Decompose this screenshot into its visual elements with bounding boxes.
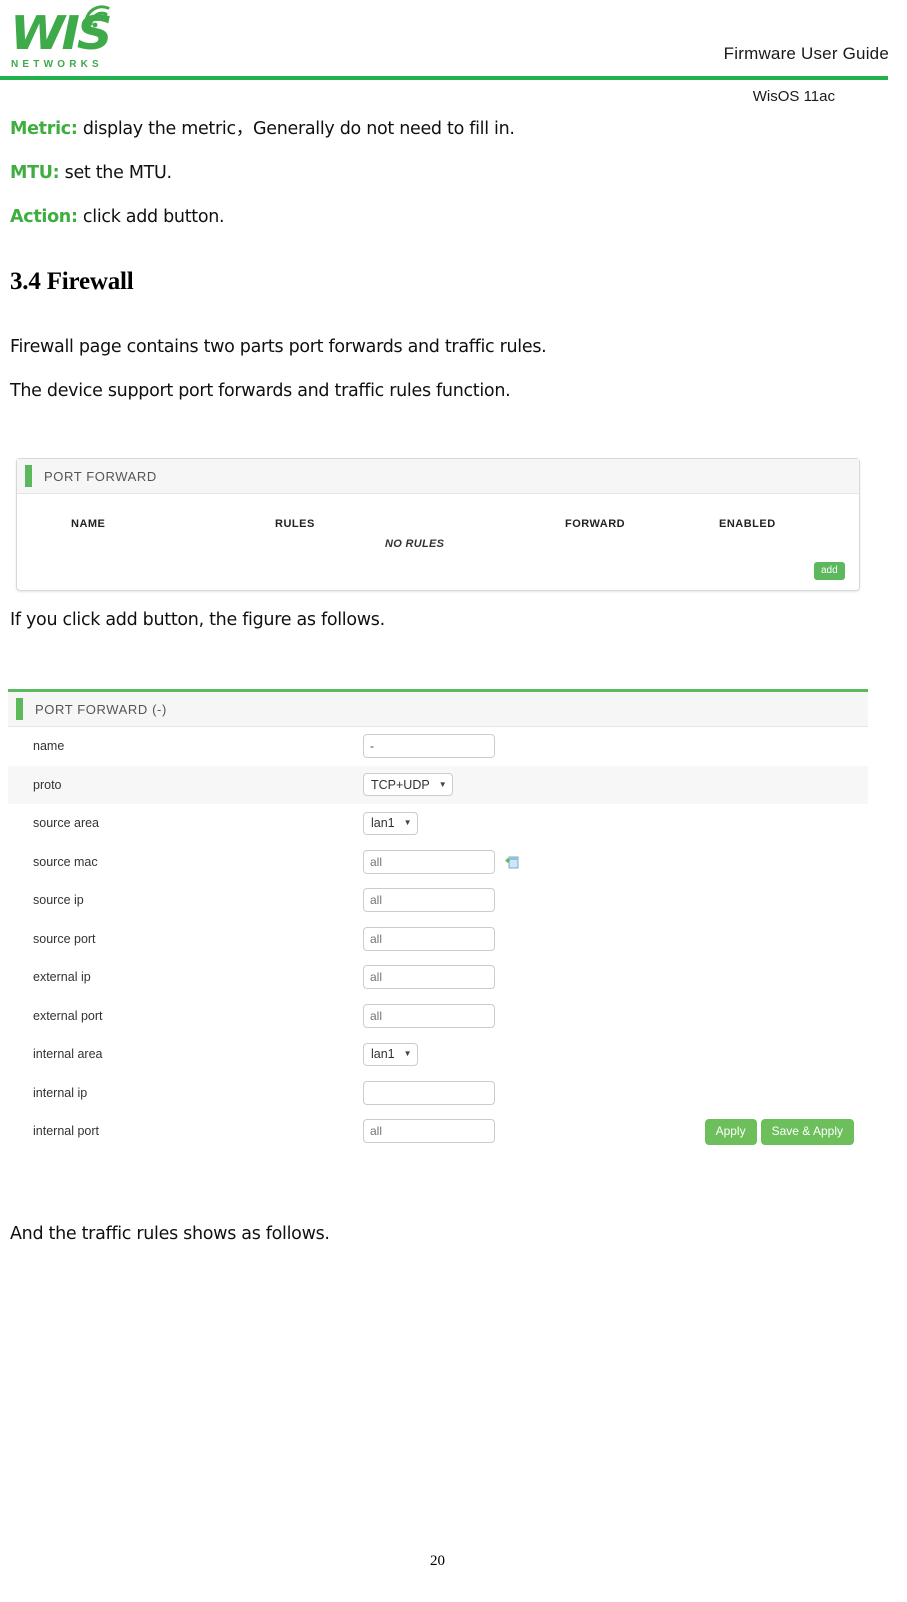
definition-mtu: MTU: set the MTU. xyxy=(10,162,907,184)
field-label-proto: proto xyxy=(33,777,62,792)
definition-action: Action: click add button. xyxy=(10,206,907,228)
form-row-internal-area: internal area lan1 ▼ xyxy=(8,1035,868,1074)
form-row-proto: proto TCP+UDP ▼ xyxy=(8,765,868,804)
external-ip-input[interactable] xyxy=(363,965,495,990)
internal-ip-input[interactable] xyxy=(363,1080,495,1105)
definition-label-metric: Metric: xyxy=(10,119,78,139)
page-header: WIS NETWORKS Firmware User Guide WisOS 1… xyxy=(0,0,907,105)
wifi-signal-icon xyxy=(84,5,110,28)
form-row-source-ip: source ip xyxy=(8,881,868,920)
definition-text-metric: display the metric，Generally do not need… xyxy=(77,119,515,139)
document-content: Metric: display the metric，Generally do … xyxy=(0,118,907,1245)
field-label-internal-area: internal area xyxy=(33,1047,103,1062)
form-row-external-port: external port xyxy=(8,997,868,1036)
field-label-external-port: external port xyxy=(33,1008,103,1023)
form-action-buttons: Apply Save & Apply xyxy=(704,1118,854,1145)
source-area-select[interactable]: lan1 ▼ xyxy=(363,811,418,835)
intro-line-1: Firewall page contains two parts port fo… xyxy=(10,337,547,357)
internal-area-select-value: lan1 xyxy=(371,1047,395,1062)
port-forward-form-panel: PORT FORWARD (-) name proto TCP+UDP ▼ xyxy=(8,689,868,1151)
save-and-apply-button[interactable]: Save & Apply xyxy=(760,1118,854,1145)
panel-header-form: PORT FORWARD (-) xyxy=(8,692,868,727)
column-header-enabled: ENABLED xyxy=(719,518,776,530)
definition-text-mtu: set the MTU. xyxy=(59,163,172,183)
column-header-name: NAME xyxy=(71,518,106,530)
field-label-source-mac: source mac xyxy=(33,854,98,869)
add-entry-icon[interactable] xyxy=(505,855,519,869)
logo-subtext: NETWORKS xyxy=(11,59,103,70)
apply-button[interactable]: Apply xyxy=(704,1118,757,1145)
panel-title-port-forward: PORT FORWARD xyxy=(44,468,157,484)
port-forward-form-rows: name proto TCP+UDP ▼ source area xyxy=(8,727,868,1151)
source-mac-input[interactable] xyxy=(363,849,495,874)
field-label-external-ip: external ip xyxy=(33,970,91,985)
panel-accent-bar-form xyxy=(16,698,23,720)
chevron-down-icon: ▼ xyxy=(403,1049,412,1059)
panel-accent-bar xyxy=(25,465,32,487)
column-header-rules: RULES xyxy=(275,518,315,530)
definition-label-mtu: MTU: xyxy=(10,163,60,183)
wis-networks-logo: WIS NETWORKS xyxy=(8,2,120,74)
panel-title-port-forward-detail: PORT FORWARD (-) xyxy=(35,701,167,717)
field-label-source-ip: source ip xyxy=(33,893,84,908)
source-port-input[interactable] xyxy=(363,926,495,951)
section-heading-firewall: 3.4 Firewall xyxy=(10,268,134,295)
add-rule-button[interactable]: add xyxy=(814,562,845,580)
proto-select[interactable]: TCP+UDP ▼ xyxy=(363,773,453,797)
form-row-source-port: source port xyxy=(8,920,868,959)
field-label-source-area: source area xyxy=(33,816,100,831)
caption-after-form: And the traffic rules shows as follows. xyxy=(10,1223,330,1244)
page-number: 20 xyxy=(430,1553,445,1569)
form-row-source-mac: source mac xyxy=(8,843,868,882)
form-row-internal-ip: internal ip xyxy=(8,1074,868,1113)
caption-after-list: If you click add button, the figure as f… xyxy=(10,610,385,630)
column-header-forward: FORWARD xyxy=(565,518,626,530)
external-port-input[interactable] xyxy=(363,1003,495,1028)
document-subtitle: WisOS 11ac xyxy=(752,88,835,105)
proto-select-value: TCP+UDP xyxy=(371,777,430,792)
port-forward-list-panel: PORT FORWARD NAME RULES FORWARD ENABLED … xyxy=(16,458,860,591)
name-input[interactable] xyxy=(363,734,495,759)
definition-metric: Metric: display the metric，Generally do … xyxy=(10,118,907,140)
source-ip-input[interactable] xyxy=(363,888,495,913)
panel-header: PORT FORWARD xyxy=(17,459,859,494)
definition-label-action: Action: xyxy=(10,207,78,227)
field-label-internal-port: internal port xyxy=(33,1124,100,1139)
chevron-down-icon: ▼ xyxy=(403,818,412,828)
document-title: Firmware User Guide xyxy=(723,44,889,63)
form-row-source-area: source area lan1 ▼ xyxy=(8,804,868,843)
internal-port-input[interactable] xyxy=(363,1119,495,1144)
header-divider xyxy=(0,76,888,80)
source-area-select-value: lan1 xyxy=(371,816,395,831)
form-row-external-ip: external ip xyxy=(8,958,868,997)
empty-state-text: NO RULES xyxy=(385,538,445,550)
field-label-source-port: source port xyxy=(33,931,96,946)
intro-line-2: The device support port forwards and tra… xyxy=(10,381,511,401)
form-row-name: name xyxy=(8,727,868,766)
field-label-name: name xyxy=(33,739,65,754)
chevron-down-icon: ▼ xyxy=(438,779,447,789)
definition-text-action: click add button. xyxy=(77,207,225,227)
field-label-internal-ip: internal ip xyxy=(33,1085,88,1100)
internal-area-select[interactable]: lan1 ▼ xyxy=(363,1042,418,1066)
port-forward-table: NAME RULES FORWARD ENABLED NO RULES add xyxy=(17,494,859,590)
